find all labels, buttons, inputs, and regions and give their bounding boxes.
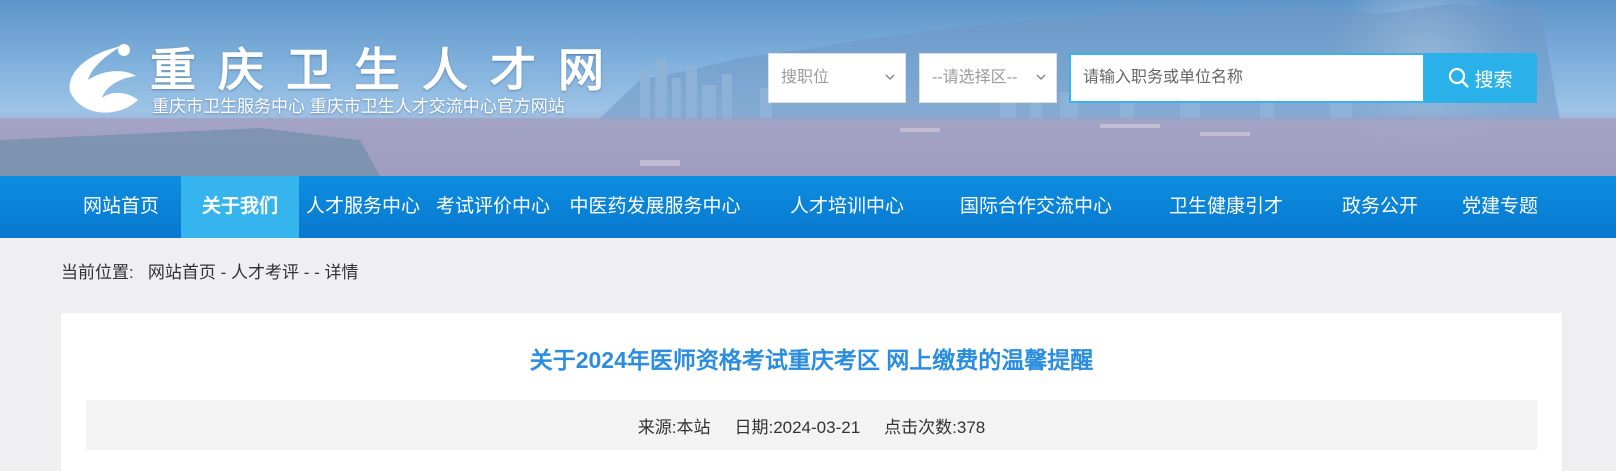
nav-item-party[interactable]: 党建专题 [1450,176,1550,238]
meta-date-value: 2024-03-21 [773,417,861,437]
breadcrumb-prefix: 当前位置: [61,263,134,282]
meta-date: 日期:2024-03-21 [734,413,860,438]
meta-source-label: 来源: [637,417,677,437]
meta-clicks: 点击次数:378 [884,413,985,438]
chevron-down-icon [1036,74,1046,81]
main-nav: 网站首页 关于我们 人才服务中心 考试评价中心 中医药发展服务中心 人才培训中心… [0,176,1616,238]
nav-item-tcm-center[interactable]: 中医药发展服务中心 [559,176,751,238]
chevron-down-icon [885,74,895,81]
logo-swoosh-icon [69,44,138,113]
meta-source: 来源:本站 [638,413,711,438]
nav-item-government[interactable]: 政务公开 [1330,176,1430,238]
area-select-value: --请选择区-- [932,69,1018,86]
meta-clicks-value: 378 [956,417,986,437]
site-title: 重庆卫生人才网 [150,43,626,97]
search-button[interactable]: 搜索 [1424,53,1537,103]
nav-item-talent-service[interactable]: 人才服务中心 [299,176,427,238]
site-subtitle: 重庆市卫生服务中心 重庆市卫生人才交流中心官方网站 [152,97,565,116]
meta-clicks-label: 点击次数: [884,417,957,437]
job-select[interactable]: 搜职位 [768,53,906,103]
nav-item-about[interactable]: 关于我们 [181,176,299,238]
article-card: 关于2024年医师资格考试重庆考区 网上缴费的温馨提醒 来源:本站 日期:202… [61,313,1562,471]
search-button-label: 搜索 [1474,69,1513,91]
search-input[interactable] [1069,53,1425,103]
job-select-value: 搜职位 [781,69,830,86]
nav-item-home[interactable]: 网站首页 [61,176,181,238]
breadcrumb-path[interactable]: 网站首页 - 人才考评 - - 详情 [148,258,359,283]
area-select[interactable]: --请选择区-- [919,53,1057,103]
nav-item-exam-center[interactable]: 考试评价中心 [427,176,559,238]
article-meta: 来源:本站 日期:2024-03-21 点击次数:378 [86,400,1537,450]
nav-item-recruitment[interactable]: 卫生健康引才 [1156,176,1296,238]
breadcrumb: 当前位置: 网站首页 - 人才考评 - - 详情 [61,258,359,283]
nav-item-international[interactable]: 国际合作交流中心 [948,176,1124,238]
meta-source-value: 本站 [676,417,711,437]
article-title: 关于2024年医师资格考试重庆考区 网上缴费的温馨提醒 [529,347,1094,373]
header-banner: 重庆卫生人才网 重庆市卫生服务中心 重庆市卫生人才交流中心官方网站 搜职位 --… [0,0,1616,176]
nav-item-training-center[interactable]: 人才培训中心 [774,176,920,238]
search-icon [1449,67,1470,88]
meta-date-label: 日期: [734,417,774,437]
site-logo[interactable]: 重庆卫生人才网 重庆市卫生服务中心 重庆市卫生人才交流中心官方网站 [62,40,622,120]
